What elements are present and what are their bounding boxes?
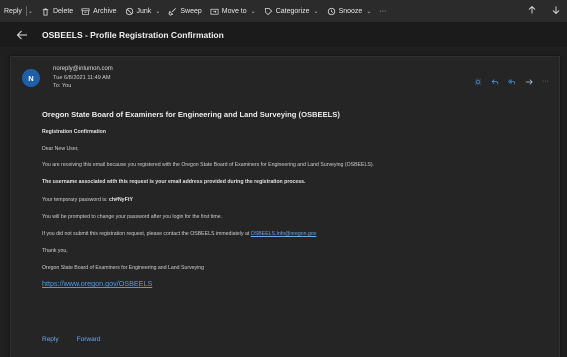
footer-forward-button[interactable]: Forward (77, 336, 101, 343)
password-label: Your temporary password is: (42, 197, 108, 203)
reply-label: Reply (4, 7, 22, 15)
message-card: N noreply@inlumon.com Tue 6/8/2021 11:49… (10, 56, 560, 357)
email-heading: Oregon State Board of Examiners for Engi… (42, 110, 340, 119)
paragraph-registration: You are receiving this email because you… (42, 162, 374, 168)
subject-bar: OSBEELS - Profile Registration Confirmat… (0, 23, 567, 47)
temporary-password: ch#NyFtY (109, 197, 133, 203)
paragraph-password: Your temporary password is: ch#NyFtY (42, 197, 133, 203)
clock-icon (327, 7, 336, 16)
tag-icon (264, 7, 273, 16)
chevron-down-icon: ⌄ (155, 8, 161, 15)
sun-icon[interactable] (474, 73, 482, 91)
greeting: Dear New User, (42, 146, 79, 152)
move-to-button[interactable]: Move to ⌄ (210, 7, 256, 16)
reply-dropdown-icon[interactable]: ⌄ (28, 8, 33, 15)
chevron-down-icon: ⌄ (250, 8, 256, 15)
reply-icon[interactable] (491, 73, 499, 91)
website-link[interactable]: https://www.oregon.gov/OSBEELS (42, 279, 152, 288)
snooze-button[interactable]: Snooze ⌄ (327, 7, 372, 16)
block-icon (125, 7, 134, 16)
previous-message-icon[interactable] (527, 5, 537, 17)
archive-button[interactable]: Archive (81, 7, 117, 16)
more-label: ··· (379, 7, 387, 15)
sweep-label: Sweep (180, 7, 202, 15)
command-toolbar: Reply ⌄ Delete Archive Junk ⌄ Sweep Move… (0, 0, 567, 23)
archive-label: Archive (93, 7, 117, 15)
reply-all-icon[interactable] (508, 73, 516, 91)
paragraph-username: The username associated with this reques… (42, 179, 306, 185)
contact-email-link[interactable]: OSBEELS.Info@oregon.gov (251, 231, 317, 237)
next-message-icon[interactable] (551, 5, 561, 17)
forward-icon[interactable] (525, 73, 533, 91)
back-arrow-icon[interactable] (16, 29, 28, 41)
footer-actions: Reply Forward (42, 336, 100, 343)
paragraph-change-password: You will be prompted to change your pass… (42, 214, 223, 220)
footer-reply-button[interactable]: Reply (42, 336, 59, 343)
contact-text: If you did not submit this registration … (42, 231, 250, 237)
move-to-label: Move to (221, 7, 247, 15)
junk-label: Junk (136, 7, 152, 15)
avatar[interactable]: N (22, 69, 40, 87)
message-actions: ··· (474, 73, 549, 91)
recipient-line: To: You (53, 83, 72, 89)
broom-icon (168, 7, 177, 16)
delete-button[interactable]: Delete (41, 7, 73, 16)
toolbar-divider (25, 6, 27, 16)
snooze-label: Snooze (338, 7, 363, 15)
signature: Oregon State Board of Examiners for Engi… (42, 265, 205, 271)
delete-label: Delete (52, 7, 74, 15)
archive-icon (81, 7, 90, 16)
thanks-text: Thank you, (42, 248, 68, 254)
sweep-button[interactable]: Sweep (168, 7, 202, 16)
sender-address[interactable]: noreply@inlumon.com (53, 66, 113, 72)
junk-button[interactable]: Junk ⌄ (125, 7, 161, 16)
sent-date: Tue 6/8/2021 11:49 AM (53, 75, 111, 81)
paragraph-contact: If you did not submit this registration … (42, 231, 316, 237)
categorize-button[interactable]: Categorize ⌄ (264, 7, 319, 16)
trash-icon (41, 7, 50, 16)
chevron-down-icon: ⌄ (366, 8, 372, 15)
more-options-icon[interactable]: ··· (542, 78, 549, 86)
categorize-label: Categorize (275, 7, 310, 15)
email-subject: OSBEELS - Profile Registration Confirmat… (42, 30, 224, 40)
folder-move-icon (210, 7, 219, 16)
more-options-button[interactable]: ··· (379, 8, 386, 15)
chevron-down-icon: ⌄ (313, 8, 319, 15)
reply-button[interactable]: Reply (4, 8, 22, 15)
section-title: Registration Confirmation (42, 129, 106, 135)
